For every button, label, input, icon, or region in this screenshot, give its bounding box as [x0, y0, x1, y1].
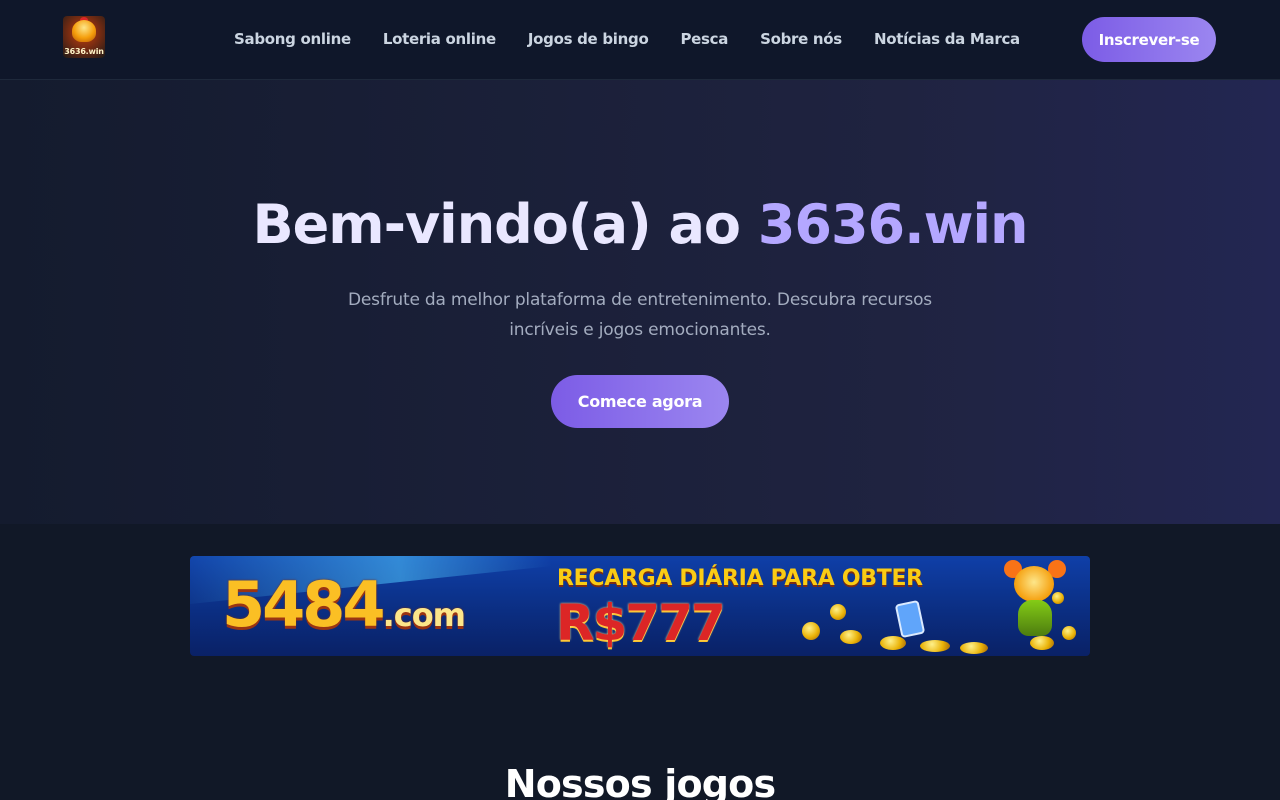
hero-title-brand: 3636.win [757, 193, 1029, 256]
mascot-head [1014, 566, 1054, 602]
mouse-mascot-icon [894, 560, 1070, 650]
coin-icon [840, 630, 862, 644]
hero-subtitle: Desfrute da melhor plataforma de entrete… [348, 290, 932, 340]
promo-banner[interactable]: 5484.com RECARGA DIÁRIA PARA OBTER R$777 [190, 556, 1090, 656]
nav-item-pesca[interactable]: Pesca [680, 30, 728, 48]
banner-headline: RECARGA DIÁRIA PARA OBTER [557, 566, 923, 591]
coin-icon [802, 622, 820, 640]
nav-item-loteria-online[interactable]: Loteria online [383, 30, 496, 48]
coin-icon [960, 642, 988, 654]
signup-button[interactable]: Inscrever-se [1082, 17, 1216, 62]
hero-section: Bem-vindo(a) ao 3636.win Desfrute da mel… [0, 80, 1280, 524]
site-header: 3636.win Sabong online Loteria online Jo… [0, 0, 1280, 80]
phone-icon [894, 599, 926, 639]
coin-icon [880, 636, 906, 650]
games-section-title: Nossos jogos [504, 762, 776, 800]
nav-item-noticias-da-marca[interactable]: Notícias da Marca [874, 30, 1020, 48]
coin-icon [830, 604, 846, 620]
nav-item-jogos-de-bingo[interactable]: Jogos de bingo [528, 30, 649, 48]
brand-logo[interactable]: 3636.win [63, 16, 105, 58]
banner-amount: R$777 [556, 594, 726, 652]
mascot-body [1018, 600, 1052, 636]
start-now-button[interactable]: Comece agora [551, 375, 729, 428]
rooster-icon [72, 20, 96, 42]
hero-title: Bem-vindo(a) ao 3636.win [0, 193, 1280, 256]
nav-item-sobre-nos[interactable]: Sobre nós [760, 30, 842, 48]
coin-icon [920, 640, 950, 652]
banner-domain: 5484.com [222, 568, 466, 650]
banner-domain-suffix: .com [382, 596, 466, 634]
hero-title-prefix: Bem-vindo(a) ao [252, 193, 758, 256]
logo-text: 3636.win [64, 47, 104, 56]
nav-item-sabong-online[interactable]: Sabong online [234, 30, 351, 48]
banner-domain-main: 5484 [222, 568, 386, 641]
main-nav: Sabong online Loteria online Jogos de bi… [234, 30, 1020, 48]
